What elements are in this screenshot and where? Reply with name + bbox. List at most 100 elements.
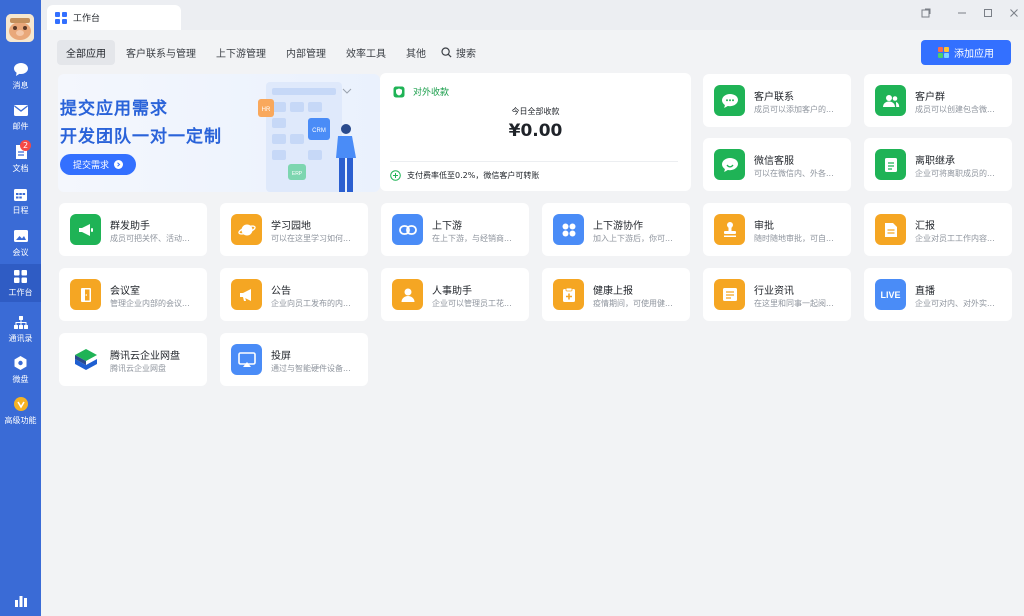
app-card-industry-news[interactable]: 行业资讯 在这里和同事一起阅...	[703, 268, 851, 321]
app-description: 企业对员工工作内容...	[915, 234, 995, 243]
close-button[interactable]	[1002, 3, 1024, 21]
app-card-report[interactable]: 汇报 企业对员工工作内容...	[864, 203, 1012, 256]
sidebar-item-drive[interactable]: 微盘	[0, 351, 41, 389]
stats-button[interactable]	[0, 588, 41, 610]
erp-tag: ERP	[292, 171, 303, 177]
group-icon	[875, 85, 906, 116]
transfer-list-icon	[875, 149, 906, 180]
health-icon	[553, 279, 584, 310]
planet-icon	[231, 214, 262, 245]
chat-icon	[12, 60, 30, 78]
app-title: 客户群	[915, 92, 945, 103]
app-description: 疫情期间，可使用健...	[593, 299, 673, 308]
filter-all[interactable]: 全部应用	[57, 39, 115, 65]
app-card-health-report[interactable]: 健康上报 疫情期间，可使用健...	[542, 268, 690, 321]
app-card-customer-contact[interactable]: 客户联系 成员可以添加客户的...	[703, 74, 851, 127]
custom-app-banner[interactable]: 提交应用需求 开发团队一对一定制 提交需求 HR CRM ERP	[58, 74, 380, 192]
app-title: 直播	[915, 286, 935, 297]
app-card-approval[interactable]: 审批 随时随地审批，可自...	[703, 203, 851, 256]
app-card-cloud-drive[interactable]: 腾讯云企业网盘 腾讯云企业网盘	[59, 333, 207, 386]
banner-subheadline: 开发团队一对一定制	[60, 127, 222, 147]
app-description: 腾讯云企业网盘	[110, 364, 166, 373]
app-title: 汇报	[915, 221, 935, 232]
app-card-resignation-transfer[interactable]: 离职继承 企业可将离职成员的...	[864, 138, 1012, 191]
popout-icon	[921, 3, 931, 22]
apps-grid-icon	[938, 47, 949, 58]
app-card-meeting-room[interactable]: 会议室 管理企业内部的会议...	[59, 268, 207, 321]
app-description: 在上下游，与经销商...	[432, 234, 512, 243]
app-title: 公告	[271, 286, 291, 297]
payment-amount: ¥0.00	[508, 121, 563, 141]
add-app-label: 添加应用	[954, 49, 994, 60]
divider	[390, 161, 678, 162]
app-title: 微信客服	[754, 156, 794, 167]
app-title: 上下游	[432, 221, 462, 232]
sidebar-item-label: 会议	[12, 248, 29, 257]
filter-upstream[interactable]: 上下游管理	[207, 40, 275, 65]
announcement-icon	[231, 279, 262, 310]
main-content: 全部应用 客户联系与管理 上下游管理 内部管理 效率工具 其他 搜索 添加应用 …	[41, 30, 1024, 616]
app-description: 管理企业内部的会议...	[110, 299, 190, 308]
sidebar-item-contacts[interactable]: 通讯录	[0, 310, 41, 348]
sidebar-item-meetings[interactable]: 会议	[0, 224, 41, 262]
chat-bubble-icon	[714, 85, 745, 116]
payment-card[interactable]: 对外收款 今日全部收款 ¥0.00 支付费率低至0.2%，微信客户可转账	[380, 73, 691, 191]
person-icon	[392, 279, 423, 310]
add-app-button[interactable]: 添加应用	[921, 40, 1011, 65]
app-description: 企业向员工发布的内...	[271, 299, 351, 308]
tab-workbench[interactable]: 工作台	[47, 5, 181, 30]
app-description: 加入上下游后，你可...	[593, 234, 673, 243]
app-card-learning[interactable]: 学习园地 可以在这里学习如何...	[220, 203, 368, 256]
sidebar-item-label: 邮件	[12, 122, 29, 131]
drive-icon	[12, 354, 30, 372]
app-title: 投屏	[271, 351, 291, 362]
sidebar-item-messages[interactable]: 消息	[0, 57, 41, 95]
app-description: 企业可将离职成员的...	[915, 169, 995, 178]
sidebar-item-workbench[interactable]: 工作台	[0, 264, 41, 302]
avatar[interactable]	[6, 14, 34, 42]
filter-efficiency[interactable]: 效率工具	[337, 40, 395, 65]
mail-icon	[12, 101, 30, 119]
search-button[interactable]: 搜索	[437, 40, 480, 65]
sidebar-item-calendar[interactable]: 日程	[0, 182, 41, 220]
filter-other[interactable]: 其他	[397, 40, 435, 65]
submit-request-button[interactable]: 提交需求	[60, 154, 136, 175]
app-card-customer-group[interactable]: 客户群 成员可以创建包含微...	[864, 74, 1012, 127]
grid-apps-icon	[553, 214, 584, 245]
submit-request-label: 提交需求	[72, 161, 109, 171]
report-icon	[875, 214, 906, 245]
unread-badge: 2	[20, 140, 31, 151]
arrow-right-icon	[114, 160, 123, 169]
sidebar-item-mail[interactable]: 邮件	[0, 98, 41, 136]
sidebar-item-docs[interactable]: 2 文档	[0, 140, 41, 178]
sidebar-item-label: 日程	[12, 206, 29, 215]
maximize-button[interactable]	[976, 3, 1000, 21]
sidebar-item-premium[interactable]: 高级功能	[0, 392, 41, 430]
app-card-mass-message[interactable]: 群发助手 成员可把关怀、活动...	[59, 203, 207, 256]
news-icon	[714, 279, 745, 310]
filter-customer[interactable]: 客户联系与管理	[117, 40, 205, 65]
app-card-announcement[interactable]: 公告 企业向员工发布的内...	[220, 268, 368, 321]
app-title: 学习园地	[271, 221, 311, 232]
title-bar: 工作台	[41, 0, 1024, 30]
app-card-upstream-collab[interactable]: 上下游协作 加入上下游后，你可...	[542, 203, 690, 256]
payment-footer: 支付费率低至0.2%，微信客户可转账	[390, 170, 539, 181]
cloud-drive-icon	[70, 344, 101, 375]
app-card-upstream[interactable]: 上下游 在上下游，与经销商...	[381, 203, 529, 256]
minimize-button[interactable]	[950, 3, 974, 21]
app-card-live[interactable]: LIVE 直播 企业可对内、对外实...	[864, 268, 1012, 321]
premium-icon	[12, 395, 30, 413]
app-card-hr-assistant[interactable]: 人事助手 企业可以管理员工花...	[381, 268, 529, 321]
app-card-wechat-service[interactable]: 微信客服 可以在微信内、外各...	[703, 138, 851, 191]
filter-internal[interactable]: 内部管理	[277, 40, 335, 65]
plus-circle-icon	[390, 170, 401, 181]
app-description: 在这里和同事一起阅...	[754, 299, 834, 308]
app-card-screen-cast[interactable]: 投屏 通过与智能硬件设备...	[220, 333, 368, 386]
search-label: 搜索	[456, 48, 476, 60]
megaphone-icon	[70, 214, 101, 245]
maximize-icon	[983, 3, 993, 22]
app-description: 成员可以添加客户的...	[754, 105, 834, 114]
popout-button[interactable]	[914, 3, 938, 21]
stamp-icon	[714, 214, 745, 245]
hr-tag: HR	[262, 107, 271, 113]
